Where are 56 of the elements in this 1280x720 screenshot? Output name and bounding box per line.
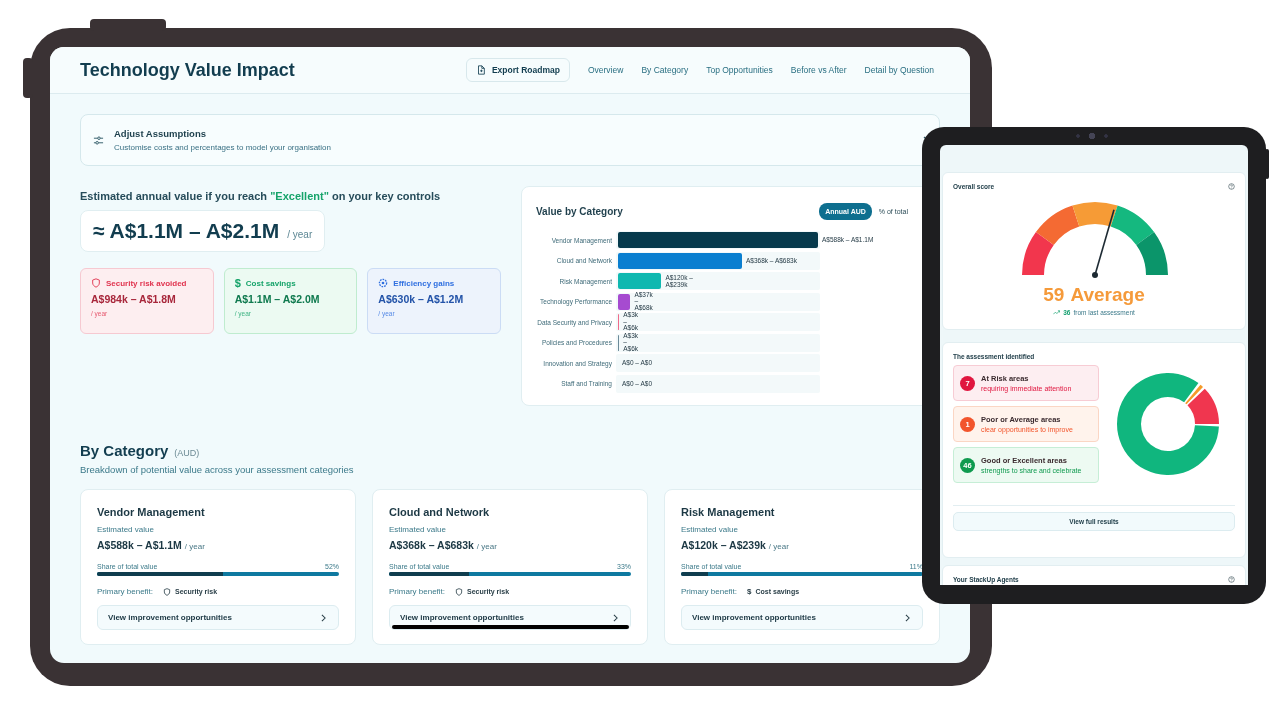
benefit-caption: Primary benefit: xyxy=(97,587,154,596)
estimated-label: Estimated value xyxy=(681,525,739,534)
chevron-icon xyxy=(613,613,618,622)
panel-title: Adjust Assumptions xyxy=(114,128,207,139)
view-opportunities-button[interactable]: View improvement opportunities xyxy=(97,605,339,630)
headline: Estimated annual value if you reach "Excellent" on your key controls xyxy=(80,190,442,202)
trend-up-icon xyxy=(1053,310,1061,315)
nav-link[interactable]: Before vs After xyxy=(790,65,847,75)
value-unit: / year xyxy=(768,542,789,551)
benefit-value: A$984k – A$1.8M xyxy=(91,293,177,305)
nav-link[interactable]: Top Opportunities xyxy=(706,65,773,75)
help-icon[interactable] xyxy=(1228,183,1235,190)
estimated-value: A$120k – A$239k xyxy=(681,539,766,551)
chevron-icon xyxy=(905,613,910,622)
card-title: Risk Management xyxy=(681,506,776,518)
chart-title: Value by Category xyxy=(536,206,623,217)
section-unit: (AUD) xyxy=(174,448,200,458)
sliders-icon xyxy=(93,134,104,146)
dollar-icon: $ xyxy=(747,587,752,596)
shield-icon xyxy=(163,587,172,596)
benefit-label: Cost savings xyxy=(245,278,296,288)
panel-subtitle: Customise costs and percentages to model your organisation xyxy=(114,143,332,152)
card-title: Cloud and Network xyxy=(389,506,491,518)
section-title: By Category xyxy=(80,442,169,459)
card-title: Vendor Management xyxy=(97,506,206,518)
nav-link[interactable]: Detail by Question xyxy=(864,65,934,75)
nav-link[interactable]: By Category xyxy=(641,65,689,75)
gear-icon xyxy=(378,278,389,288)
benefit-label: Security risk avoided xyxy=(106,278,187,288)
value-unit: / year xyxy=(476,542,497,551)
score: 59 xyxy=(1043,285,1065,305)
estimated-label: Estimated value xyxy=(389,525,447,534)
export-roadmap-button[interactable]: Export Roadmap xyxy=(465,58,570,82)
benefit-value: A$1.1M – A$2.0M xyxy=(234,293,321,305)
score-rating: Average xyxy=(1070,285,1145,305)
total-value: ≈ A$1.1M – A$2.1M xyxy=(93,219,280,243)
value-unit: / year xyxy=(184,542,205,551)
shield-icon xyxy=(455,587,464,596)
benefit-caption: Primary benefit: xyxy=(681,587,738,596)
estimated-value: A$588k – A$1.1M xyxy=(97,539,182,551)
estimated-label: Estimated value xyxy=(97,525,155,534)
chevron-icon xyxy=(321,613,326,622)
section-subtitle: Breakdown of potential value across your assessment categories xyxy=(80,464,355,475)
benefit-label: Efficiency gains xyxy=(393,278,455,288)
help-icon[interactable] xyxy=(1228,576,1235,583)
benefit-value: A$630k – A$1.2M xyxy=(378,293,465,305)
shield-icon xyxy=(91,278,101,288)
view-opportunities-button[interactable]: View improvement opportunities xyxy=(681,605,923,630)
file-icon xyxy=(475,65,486,75)
page-title: Technology Value Impact xyxy=(80,59,295,81)
nav-link[interactable]: Overview xyxy=(587,65,624,75)
estimated-value: A$368k – A$683k xyxy=(389,539,474,551)
adjust-assumptions-panel[interactable]: Adjust Assumptions Customise costs and percentages to model your organisation xyxy=(80,114,940,166)
total-unit: / year xyxy=(287,229,313,240)
benefit-caption: Primary benefit: xyxy=(389,587,446,596)
dollar-icon: $ xyxy=(234,278,241,288)
